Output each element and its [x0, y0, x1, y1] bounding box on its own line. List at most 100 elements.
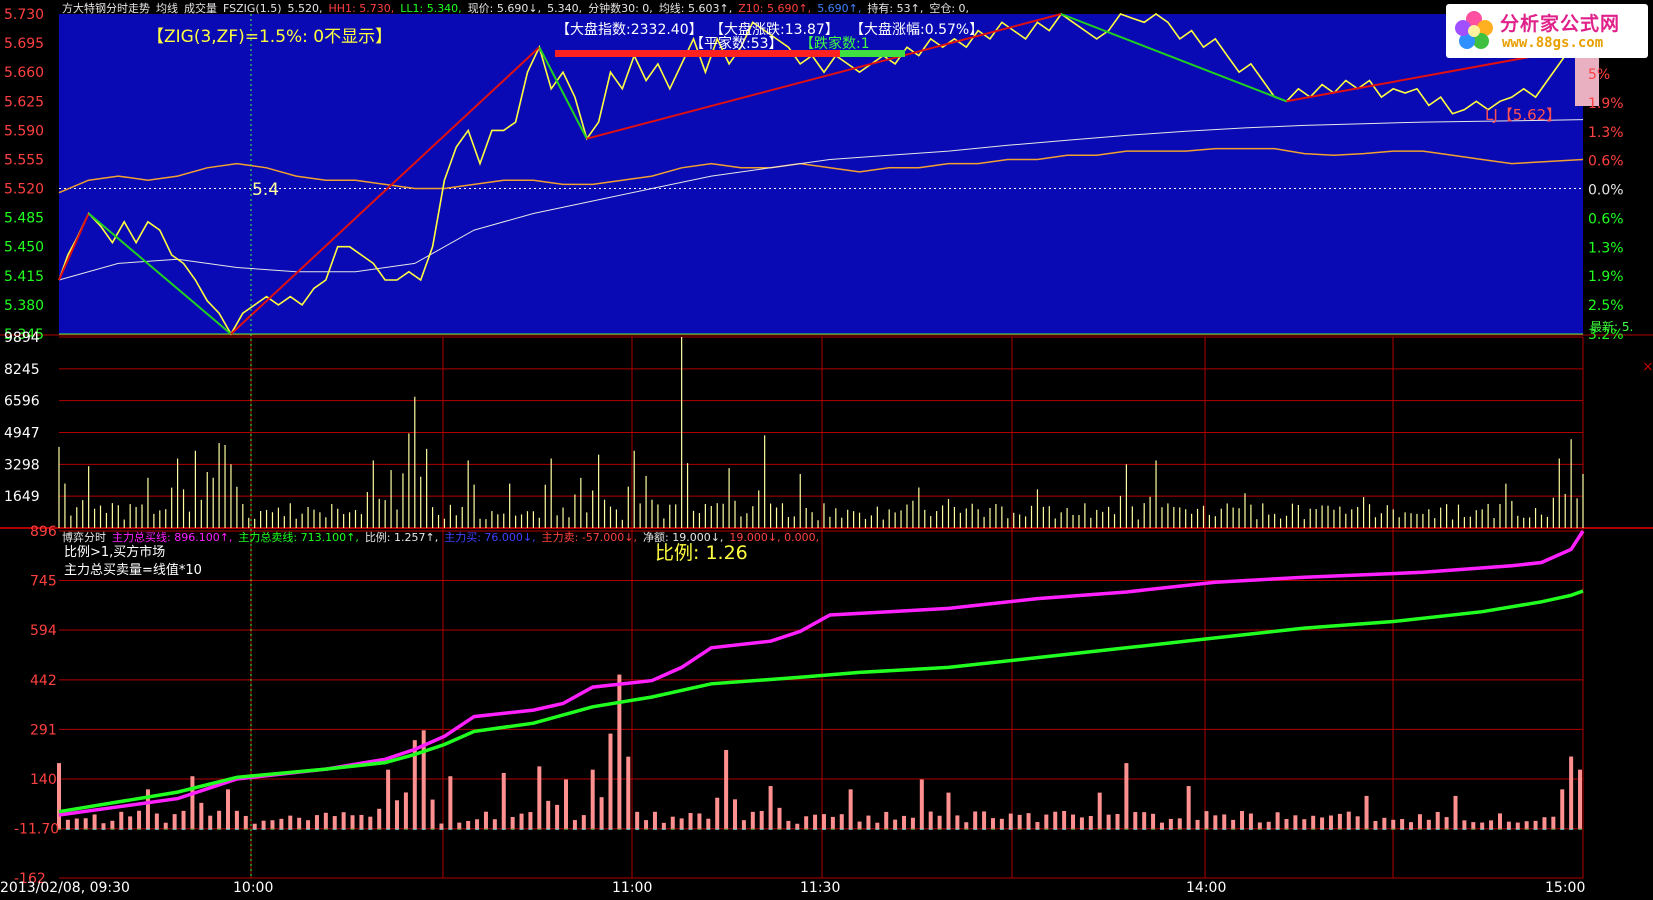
buy-bar [1142, 812, 1147, 829]
sell-bar [1355, 828, 1360, 830]
sell-bar [1560, 828, 1565, 830]
buy-bar [652, 811, 657, 829]
price-axis-tick: 5.590 [4, 123, 44, 139]
buy-bar [1569, 756, 1574, 829]
sell-bar [679, 828, 684, 830]
buy-bar [1151, 813, 1156, 829]
buy-bar [1337, 813, 1342, 829]
buy-bar [314, 815, 319, 829]
sell-bar [839, 828, 844, 830]
sell-bar [1426, 828, 1431, 830]
buy-bar [572, 820, 577, 829]
buy-bar [297, 817, 302, 829]
buy-bar [999, 818, 1004, 829]
sell-bar [190, 828, 195, 830]
sell-bar [973, 828, 978, 830]
down-count-label: 【跌家数:1 [800, 35, 870, 52]
sell-bar [1515, 828, 1520, 830]
sell-bar [439, 828, 444, 830]
sell-bar [1293, 828, 1298, 830]
buy-bar [1426, 819, 1431, 829]
buy-bar [1079, 817, 1084, 829]
sell-bar [866, 828, 871, 830]
buy-bar [715, 797, 720, 829]
buy-bar [1391, 819, 1396, 829]
percent-axis-tick: 0.6% [1588, 154, 1624, 170]
sell-bar [119, 828, 124, 830]
buy-bar [1124, 763, 1129, 829]
sell-bar [297, 828, 302, 830]
sell-bar [759, 828, 764, 830]
sell-bar [137, 828, 142, 830]
buy-bar [457, 822, 462, 829]
header-item: 5.340, [547, 2, 582, 15]
sell-bar [1222, 828, 1227, 830]
sell-bar [902, 828, 907, 830]
lower-header-item: 博弈分时 [62, 530, 106, 544]
sell-bar [1364, 828, 1369, 830]
site-logo[interactable]: 分析家公式网 www.88gs.com [1446, 4, 1648, 58]
sell-bar [83, 828, 88, 830]
percent-axis-tick: 1.9% [1588, 269, 1624, 285]
sell-bar [564, 828, 569, 830]
buy-bar [1275, 812, 1280, 829]
buy-bar [350, 815, 355, 829]
chart-svg[interactable]: 5.730 5.695 5.660 5.625 5.590 5.555 5.520 5.485… [0, 0, 1653, 896]
sell-bar [919, 828, 924, 830]
buy-bar [528, 812, 533, 829]
sell-bar [990, 828, 995, 830]
sell-bar [483, 828, 488, 830]
buy-bar [1328, 815, 1333, 829]
buy-bar [483, 811, 488, 829]
sell-bar [777, 828, 782, 830]
sell-bar [1462, 828, 1467, 830]
buy-bar [101, 823, 106, 829]
sell-bar [741, 828, 746, 830]
sell-bar [848, 828, 853, 830]
buy-bar [199, 802, 204, 829]
buy-bar [964, 822, 969, 829]
index-value-label: 【大盘指数:2332.40】 [556, 21, 703, 38]
buy-bar [839, 814, 844, 829]
sell-bar [1506, 828, 1511, 830]
buy-bar [1409, 822, 1414, 829]
price-axis-tick: 5.555 [4, 152, 44, 168]
buy-bar [1133, 812, 1138, 829]
sell-bar [546, 828, 551, 830]
header-item: 持有: 53↑, [867, 1, 923, 15]
sell-bar [1133, 828, 1138, 830]
sell-bar [875, 828, 880, 830]
buy-bar [1533, 820, 1538, 829]
buy-bar [1186, 786, 1191, 829]
sell-bar [1071, 828, 1076, 830]
game-axis-tick: 291 [30, 722, 57, 738]
buy-bar [1560, 789, 1565, 829]
sell-bar [1578, 828, 1583, 830]
sell-bar [332, 828, 337, 830]
sell-bar [403, 828, 408, 830]
buy-bar [341, 812, 346, 829]
buy-bar [1240, 811, 1245, 829]
sell-bar [1088, 828, 1093, 830]
sell-bar [1142, 828, 1147, 830]
buy-bar [670, 816, 675, 829]
header-item: 均线: 5.603↑, [659, 1, 732, 15]
buy-bar [181, 810, 186, 829]
sell-bar [421, 828, 426, 830]
sell-bar [341, 828, 346, 830]
sell-bar [608, 828, 613, 830]
percent-axis-tick: 1.9% [1588, 96, 1624, 112]
price-axis-tick: 5.520 [4, 182, 44, 198]
header-item: HH1: 5.730, [329, 2, 395, 15]
buy-bar [946, 792, 951, 829]
sell-bar [501, 828, 506, 830]
sell-bar [1213, 828, 1218, 830]
percent-axis-tick: 0.6% [1588, 211, 1624, 227]
sell-bar [1231, 828, 1236, 830]
header-item: 5.690↑, [817, 2, 861, 15]
buy-bar [1035, 822, 1040, 829]
price-axis-tick: 5.730 [4, 7, 44, 23]
buy-bar [830, 816, 835, 829]
sell-bar [386, 828, 391, 830]
sell-bar [1248, 828, 1253, 830]
